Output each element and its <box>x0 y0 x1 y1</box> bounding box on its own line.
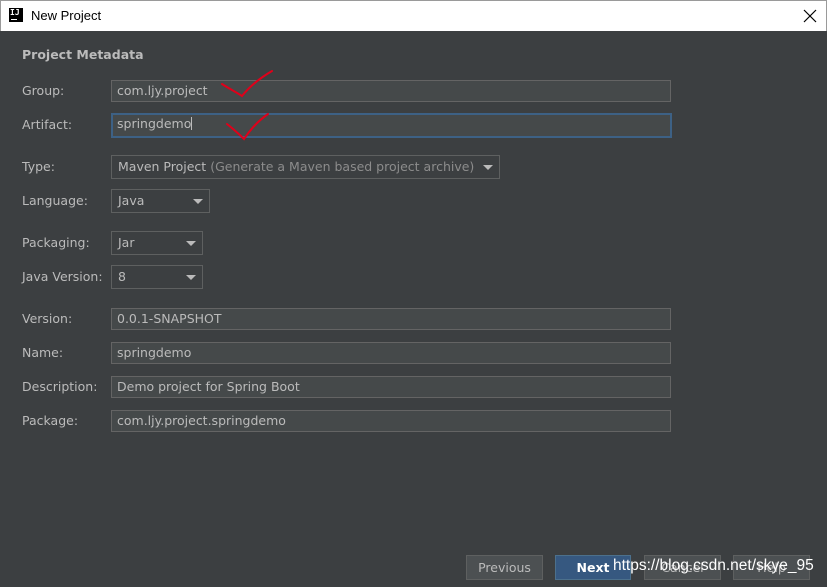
close-icon <box>803 9 817 23</box>
description-field[interactable]: Demo project for Spring Boot <box>111 376 671 398</box>
type-dropdown[interactable]: Maven Project (Generate a Maven based pr… <box>111 155 500 179</box>
check-mark-icon <box>221 70 273 98</box>
title-bar: IJ New Project <box>0 0 827 31</box>
chevron-down-icon <box>186 241 196 246</box>
chevron-down-icon <box>193 199 203 204</box>
description-label: Description: <box>22 379 98 394</box>
packaging-dropdown[interactable]: Jar <box>111 231 203 255</box>
packaging-value: Jar <box>118 235 135 250</box>
previous-button[interactable]: Previous <box>466 555 543 580</box>
package-value: com.ljy.project.springdemo <box>117 413 286 428</box>
type-hint: (Generate a Maven based project archive) <box>210 159 475 174</box>
artifact-label: Artifact: <box>22 117 73 132</box>
package-label: Package: <box>22 413 79 428</box>
java-version-value: 8 <box>118 269 126 284</box>
window-title: New Project <box>31 8 102 23</box>
intellij-icon: IJ <box>9 8 23 22</box>
artifact-value: springdemo <box>117 116 192 131</box>
group-value: com.ljy.project <box>117 83 208 98</box>
check-mark-icon <box>226 113 269 141</box>
version-value: 0.0.1-SNAPSHOT <box>117 311 222 326</box>
chevron-down-icon <box>483 165 493 170</box>
watermark: https://blog.csdn.net/skye_95 <box>613 557 814 574</box>
name-label: Name: <box>22 345 64 360</box>
java-version-dropdown[interactable]: 8 <box>111 265 203 289</box>
version-label: Version: <box>22 311 73 326</box>
chevron-down-icon <box>186 275 196 280</box>
version-field[interactable]: 0.0.1-SNAPSHOT <box>111 308 671 330</box>
type-label: Type: <box>22 159 55 174</box>
group-label: Group: <box>22 83 65 98</box>
close-button[interactable] <box>798 4 822 28</box>
language-label: Language: <box>22 193 88 208</box>
language-value: Java <box>118 193 145 208</box>
packaging-label: Packaging: <box>22 235 90 250</box>
section-title: Project Metadata <box>22 47 144 62</box>
java-version-label: Java Version: <box>22 269 103 284</box>
description-value: Demo project for Spring Boot <box>117 379 300 394</box>
artifact-field[interactable]: springdemo <box>111 113 672 138</box>
language-dropdown[interactable]: Java <box>111 189 210 213</box>
name-value: springdemo <box>117 345 192 360</box>
text-caret <box>191 117 193 130</box>
name-field[interactable]: springdemo <box>111 342 671 364</box>
package-field[interactable]: com.ljy.project.springdemo <box>111 410 671 432</box>
type-value: Maven Project <box>118 159 207 174</box>
group-field[interactable]: com.ljy.project <box>111 80 671 102</box>
